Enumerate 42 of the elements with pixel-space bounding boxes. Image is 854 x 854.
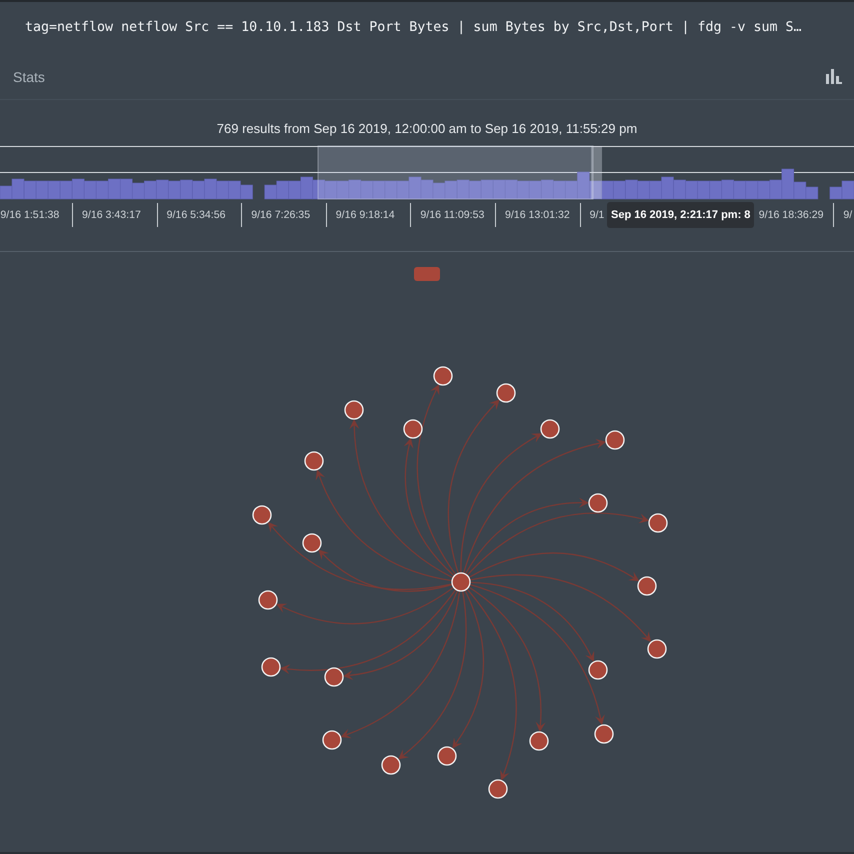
selection-handle[interactable] <box>591 146 602 199</box>
graph-node[interactable] <box>322 730 342 750</box>
selection-window[interactable] <box>318 146 594 200</box>
axis-label: 9/16 1:51:38 <box>0 209 60 221</box>
graph-node[interactable] <box>647 639 667 659</box>
legend-swatch[interactable] <box>414 267 440 281</box>
graph-node[interactable] <box>403 419 423 439</box>
graph-node[interactable] <box>437 746 457 766</box>
graph-node[interactable] <box>344 400 364 420</box>
graph-node[interactable] <box>605 430 625 450</box>
tooltip: Sep 16 2019, 2:21:17 pm: 8 <box>607 202 754 228</box>
graph-node[interactable] <box>252 505 272 525</box>
graph-node[interactable] <box>433 366 453 386</box>
axis-label: 9/16 5:34:56 <box>166 209 226 221</box>
graph-node[interactable] <box>594 724 614 744</box>
graph-node[interactable] <box>540 419 560 439</box>
axis-label: 9/16 13:01:32 <box>504 209 570 221</box>
graph-node[interactable] <box>324 667 344 687</box>
graph-node[interactable] <box>588 493 608 513</box>
graph-node[interactable] <box>637 576 657 596</box>
graph-node[interactable] <box>648 513 668 533</box>
axis-label: 9/16 3:43:17 <box>82 209 141 221</box>
panel-title: Stats <box>13 68 45 84</box>
query-text[interactable]: tag=netflow netflow Src == 10.10.1.183 Dst Port Bytes | sum Bytes by Src,Dst,Port | fdg -v sum S… <box>25 20 802 35</box>
graph-node[interactable] <box>451 572 471 592</box>
axis-label: 9/16 9:18:14 <box>336 209 395 221</box>
graph-node[interactable] <box>488 779 508 799</box>
graph-node[interactable] <box>381 755 401 775</box>
graph-node[interactable] <box>529 731 549 751</box>
axis-label: 9/ <box>843 209 852 221</box>
axis-label: 9/1 <box>590 209 604 221</box>
graph-node[interactable] <box>258 590 278 610</box>
bar-chart-icon[interactable] <box>826 69 842 84</box>
graph-node[interactable] <box>588 660 608 680</box>
graph-node[interactable] <box>261 657 281 677</box>
results-summary: 769 results from Sep 16 2019, 12:00:00 am to Sep 16 2019, 11:55:29 pm <box>216 121 638 136</box>
axis-label: 9/16 18:36:29 <box>758 209 824 221</box>
graph-node[interactable] <box>496 383 516 403</box>
axis-label: 9/16 7:26:35 <box>251 209 310 221</box>
graph-node[interactable] <box>304 451 324 471</box>
axis-label: 9/16 11:09:53 <box>420 209 484 221</box>
graph-node[interactable] <box>302 533 322 553</box>
